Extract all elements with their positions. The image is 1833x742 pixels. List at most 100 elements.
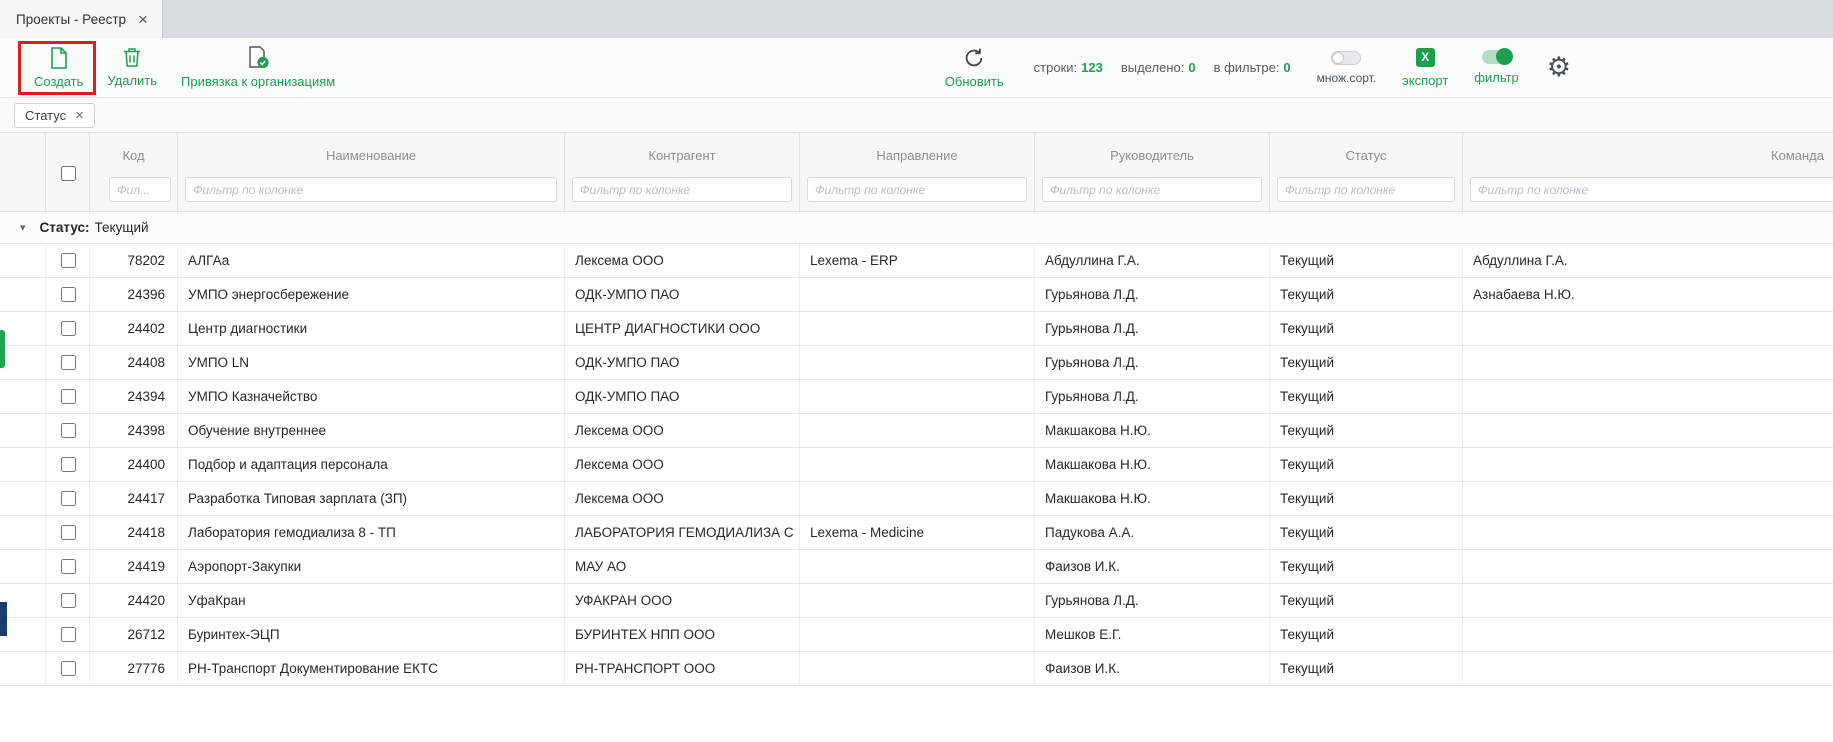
cell-team (1463, 516, 1833, 549)
cell-contragent: Лексема ООО (565, 448, 800, 481)
row-checkbox[interactable] (61, 423, 76, 438)
table-row[interactable]: 78202 АЛГАа Лексема ООО Lexema - ERP Абд… (0, 244, 1833, 278)
row-checkbox-cell (46, 380, 90, 413)
row-checkbox[interactable] (61, 253, 76, 268)
cell-manager: Абдуллина Г.А. (1035, 244, 1270, 277)
multisort-toggle-control[interactable]: множ.сорт. (1317, 51, 1377, 85)
cell-code: 78202 (90, 244, 178, 277)
group-collapse-icon[interactable]: ▾ (20, 221, 26, 234)
table-row[interactable]: 26712 Буринтех-ЭЦП БУРИНТЕХ НПП ООО Мешк… (0, 618, 1833, 652)
cell-team (1463, 346, 1833, 379)
header-checkbox-cell (46, 133, 90, 213)
cell-manager: Макшакова Н.Ю. (1035, 414, 1270, 447)
cell-code: 24420 (90, 584, 178, 617)
refresh-button[interactable]: Обновить (941, 47, 1008, 89)
row-checkbox-cell (46, 584, 90, 617)
cell-code: 24394 (90, 380, 178, 413)
filter-input-team[interactable] (1470, 177, 1833, 202)
select-all-checkbox[interactable] (61, 166, 76, 181)
cell-direction (800, 380, 1035, 413)
cell-code: 24402 (90, 312, 178, 345)
column-header-manager[interactable]: Руководитель (1035, 133, 1269, 177)
row-checkbox[interactable] (61, 593, 76, 608)
row-checkbox-cell (46, 516, 90, 549)
filter-toggle-control[interactable]: фильтр (1474, 50, 1518, 85)
row-checkbox[interactable] (61, 559, 76, 574)
cell-status: Текущий (1270, 278, 1463, 311)
cell-status: Текущий (1270, 618, 1463, 651)
column-direction: Направление (800, 133, 1035, 213)
filter-chip-close-icon[interactable]: × (75, 108, 84, 123)
filter-input-name[interactable] (185, 177, 557, 202)
cell-status: Текущий (1270, 584, 1463, 617)
table-row[interactable]: 24396 УМПО энергосбережение ОДК-УМПО ПАО… (0, 278, 1833, 312)
row-checkbox[interactable] (61, 389, 76, 404)
link-organizations-button[interactable]: Привязка к организациям (169, 46, 347, 89)
cell-contragent: Лексема ООО (565, 244, 800, 277)
filter-input-manager[interactable] (1042, 177, 1262, 202)
cell-manager: Фаизов И.К. (1035, 550, 1270, 583)
table-row[interactable]: 27776 РН-Транспорт Документирование ЕКТС… (0, 652, 1833, 686)
cell-name: Буринтех-ЭЦП (178, 618, 565, 651)
settings-gear-icon[interactable]: ⚙ (1547, 54, 1571, 81)
filter-input-status[interactable] (1277, 177, 1455, 202)
row-expand-cell (0, 346, 46, 379)
cell-team (1463, 448, 1833, 481)
row-checkbox-cell (46, 414, 90, 447)
delete-button[interactable]: Удалить (95, 47, 169, 88)
column-header-code[interactable]: Код (90, 133, 177, 177)
column-header-contragent[interactable]: Контрагент (565, 133, 799, 177)
tab-projects-registry[interactable]: Проекты - Реестр × (0, 0, 163, 38)
filter-input-contragent[interactable] (572, 177, 792, 202)
table-row[interactable]: 24398 Обучение внутреннее Лексема ООО Ма… (0, 414, 1833, 448)
cell-status: Текущий (1270, 652, 1463, 685)
column-header-name[interactable]: Наименование (178, 133, 564, 177)
row-expand-cell (0, 278, 46, 311)
row-checkbox-cell (46, 652, 90, 685)
row-checkbox[interactable] (61, 355, 76, 370)
cell-name: Разработка Типовая зарплата (ЗП) (178, 482, 565, 515)
table-row[interactable]: 24400 Подбор и адаптация персонала Лексе… (0, 448, 1833, 482)
column-status: Статус (1270, 133, 1463, 213)
multisort-toggle-icon[interactable] (1331, 51, 1361, 65)
row-checkbox[interactable] (61, 661, 76, 676)
column-header-status[interactable]: Статус (1270, 133, 1462, 177)
row-checkbox-cell (46, 244, 90, 277)
column-header-team[interactable]: Команда (1463, 133, 1833, 177)
header-expand-cell (0, 133, 46, 213)
cell-direction (800, 312, 1035, 345)
filter-chip-status[interactable]: Статус × (14, 103, 95, 128)
link-organizations-label: Привязка к организациям (181, 74, 335, 89)
table-row[interactable]: 24417 Разработка Типовая зарплата (ЗП) Л… (0, 482, 1833, 516)
table-row[interactable]: 24408 УМПО LN ОДК-УМПО ПАО Гурьянова Л.Д… (0, 346, 1833, 380)
filter-input-direction[interactable] (807, 177, 1027, 202)
active-filters-row: Статус × (0, 98, 1833, 132)
group-label: Статус: (40, 220, 90, 235)
row-checkbox[interactable] (61, 457, 76, 472)
group-row-status-current[interactable]: ▾ Статус: Текущий (0, 212, 1833, 244)
create-button-label: Создать (34, 74, 83, 89)
table-body: 78202 АЛГАа Лексема ООО Lexema - ERP Абд… (0, 244, 1833, 686)
cell-manager: Падукова А.А. (1035, 516, 1270, 549)
table-row[interactable]: 24394 УМПО Казначейство ОДК-УМПО ПАО Гур… (0, 380, 1833, 414)
row-checkbox[interactable] (61, 491, 76, 506)
table-row[interactable]: 24420 УфаКран УФАКРАН ООО Гурьянова Л.Д.… (0, 584, 1833, 618)
cell-status: Текущий (1270, 380, 1463, 413)
row-checkbox[interactable] (61, 321, 76, 336)
table-row[interactable]: 24419 Аэропорт-Закупки МАУ АО Фаизов И.К… (0, 550, 1833, 584)
delete-button-label: Удалить (107, 73, 157, 88)
row-checkbox[interactable] (61, 525, 76, 540)
create-button[interactable]: Создать (22, 47, 95, 89)
tab-close-icon[interactable]: × (138, 11, 148, 28)
column-header-direction[interactable]: Направление (800, 133, 1034, 177)
table-row[interactable]: 24418 Лаборатория гемодиализа 8 - ТП ЛАБ… (0, 516, 1833, 550)
row-checkbox[interactable] (61, 627, 76, 642)
cell-code: 24400 (90, 448, 178, 481)
filter-input-code[interactable] (109, 177, 171, 202)
document-check-icon (247, 46, 270, 69)
export-button[interactable]: X экспорт (1402, 48, 1448, 88)
table-row[interactable]: 24402 Центр диагностики ЦЕНТР ДИАГНОСТИК… (0, 312, 1833, 346)
row-checkbox[interactable] (61, 287, 76, 302)
refresh-button-label: Обновить (945, 74, 1004, 89)
filter-toggle-icon[interactable] (1482, 50, 1512, 64)
